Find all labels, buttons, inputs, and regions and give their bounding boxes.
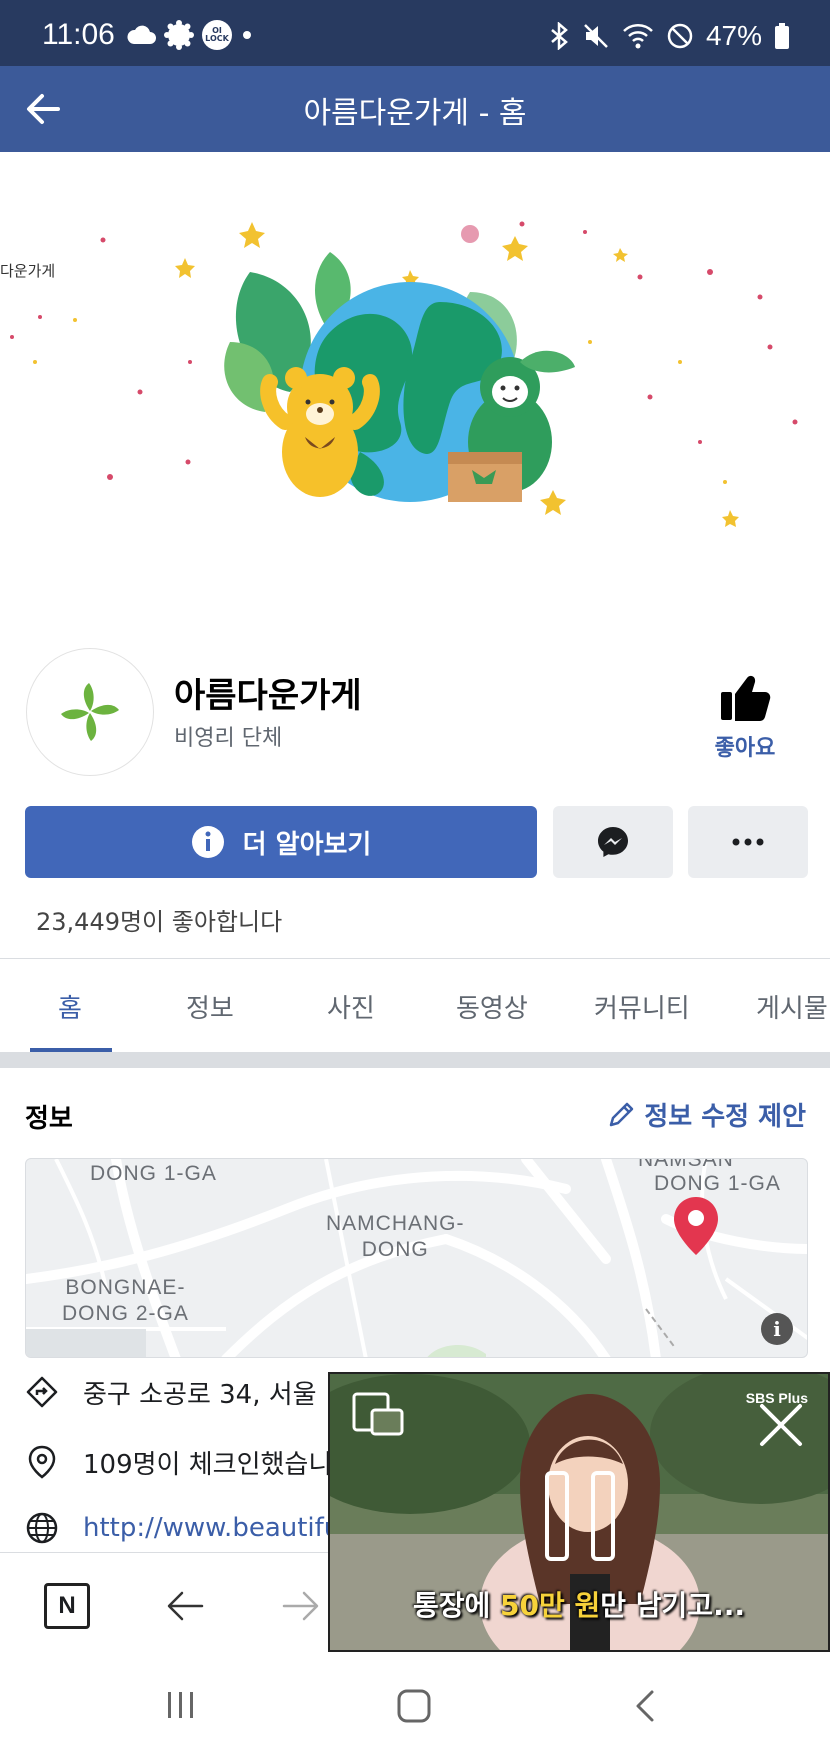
tab-home[interactable]: 홈: [58, 988, 82, 1025]
video-caption: 통장에 50만 원만 남기고...: [330, 1584, 828, 1624]
location-map[interactable]: DONG 1-GA NAMSAN DONG 1-GA NAMCHANG- DON…: [25, 1158, 808, 1358]
address-row[interactable]: 중구 소공로 34, 서울: [25, 1372, 317, 1412]
checkins-row: 109명이 체크인했습니: [25, 1442, 332, 1482]
suggest-edit-label: 정보 수정 제안: [644, 1102, 806, 1132]
bluetooth-icon: [551, 22, 568, 50]
map-label: BONGNAE- DONG 2-GA: [62, 1276, 189, 1325]
caption-highlight: 50만 원: [500, 1589, 601, 1622]
info-section-title: 정보: [25, 1104, 73, 1134]
tab-photos[interactable]: 사진: [327, 988, 375, 1025]
status-bar: 11:06 OI LOCK 47%: [0, 0, 830, 66]
website-row[interactable]: http://www.beautifu: [25, 1508, 340, 1548]
battery-icon: [775, 23, 789, 49]
recent-apps-icon[interactable]: [164, 1688, 198, 1722]
pencil-icon: [610, 1102, 634, 1126]
cover-photo[interactable]: 다운가게: [0, 152, 830, 632]
page-category: 비영리 단체: [174, 726, 283, 751]
map-label: DONG 1-GA: [90, 1162, 217, 1185]
battery-percent: 47%: [705, 20, 762, 51]
wifi-icon: [623, 24, 653, 49]
likes-count: 23,449명이 좋아합니다: [36, 908, 283, 936]
more-options-button[interactable]: [688, 806, 808, 878]
map-pin-icon: [674, 1197, 718, 1255]
messenger-button[interactable]: [553, 806, 673, 878]
page-avatar[interactable]: [26, 648, 154, 776]
suggest-edit-link[interactable]: 정보 수정 제안: [606, 1096, 806, 1133]
more-dots-icon: [732, 838, 764, 846]
divider: [0, 958, 830, 959]
map-label: NAMCHANG- DONG: [326, 1212, 465, 1261]
tab-community[interactable]: 커뮤니티: [594, 988, 690, 1025]
website-link[interactable]: http://www.beautifu: [83, 1513, 340, 1543]
globe-icon: [25, 1511, 59, 1545]
do-not-disturb-icon: [667, 23, 693, 49]
tab-info[interactable]: 정보: [186, 988, 234, 1025]
directions-icon: [25, 1375, 59, 1409]
browser-back-icon[interactable]: [162, 1583, 208, 1629]
settings-badge-icon: [164, 20, 194, 50]
pause-icon[interactable]: [544, 1470, 616, 1562]
like-label: 좋아요: [714, 736, 776, 761]
pip-expand-icon[interactable]: [352, 1392, 408, 1438]
caption-text: 만 남기고...: [600, 1589, 745, 1622]
page-title: 아름다운가게 - 홈: [303, 96, 527, 131]
pip-close-icon[interactable]: [756, 1400, 806, 1450]
notification-dot-icon: [243, 31, 251, 39]
video-pip-player[interactable]: SBS Plus 통장에 50만 원만 남기고...: [328, 1372, 830, 1652]
system-back-icon[interactable]: [632, 1688, 658, 1724]
tab-videos[interactable]: 동영상: [456, 988, 528, 1025]
map-label: DONG 1-GA: [654, 1172, 781, 1195]
mute-icon: [584, 24, 608, 48]
page-tabs: 홈 정보 사진 동영상 커뮤니티 게시물: [0, 960, 830, 1052]
system-nav-bar: [0, 1658, 830, 1752]
map-info-icon[interactable]: i: [761, 1313, 793, 1345]
naver-home-icon[interactable]: N: [44, 1583, 90, 1629]
page-name: 아름다운가게: [174, 676, 362, 716]
caption-text: 통장에: [413, 1589, 501, 1622]
like-button[interactable]: 좋아요: [700, 672, 790, 762]
earth-illustration: [10, 221, 798, 527]
cloud-icon: [127, 25, 156, 44]
thumbs-up-icon: [721, 675, 771, 721]
status-time: 11:06: [42, 18, 115, 51]
learn-more-label: 더 알아보기: [242, 829, 372, 860]
address-text: 중구 소공로 34, 서울: [83, 1379, 317, 1410]
tab-posts[interactable]: 게시물: [756, 988, 828, 1025]
ol-lock-icon: OI LOCK: [202, 20, 232, 50]
clover-logo-icon: [61, 683, 119, 741]
home-icon[interactable]: [396, 1688, 432, 1724]
app-header: 아름다운가게 - 홈: [0, 66, 830, 152]
location-pin-icon: [25, 1445, 59, 1479]
info-icon: [191, 826, 224, 858]
messenger-icon: [598, 827, 628, 857]
checkins-text: 109명이 체크인했습니: [83, 1449, 333, 1480]
learn-more-button[interactable]: 더 알아보기: [25, 806, 537, 878]
section-separator: [0, 1052, 830, 1068]
browser-forward-icon[interactable]: [278, 1583, 324, 1629]
